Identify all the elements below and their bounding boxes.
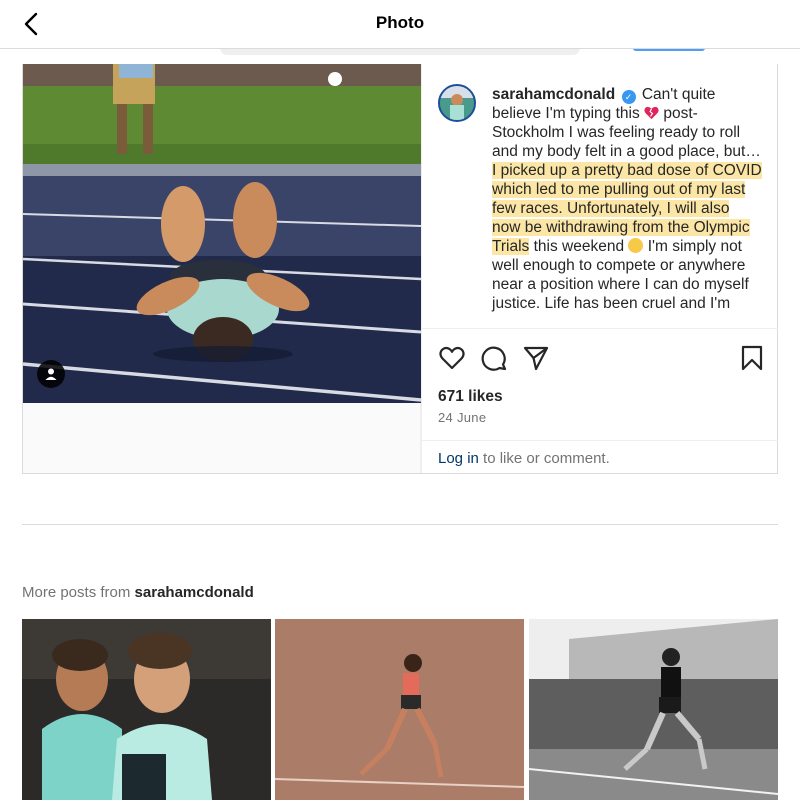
section-divider: [22, 524, 778, 525]
login-prompt-text: to like or comment.: [483, 450, 610, 467]
post-card: sarahamcdonald ✓ Can't quite believe I'm…: [22, 64, 778, 474]
more-post-thumbnail-2[interactable]: [275, 619, 524, 800]
comment-button[interactable]: [480, 344, 508, 372]
more-posts-prefix: More posts from: [22, 584, 131, 601]
login-link[interactable]: Log in: [438, 450, 479, 467]
image-footer-space: [23, 403, 421, 473]
post-date: 24 June: [438, 410, 487, 425]
partial-text: [64, 48, 86, 49]
post-details: sarahamcdonald ✓ Can't quite believe I'm…: [421, 64, 778, 473]
caption-username[interactable]: sarahamcdonald: [492, 86, 615, 103]
bookmark-icon: [741, 345, 763, 371]
partial-search-field: [220, 49, 580, 55]
more-posts-heading: More posts from sarahamcdonald: [22, 584, 254, 601]
person-tag-icon: [45, 368, 57, 380]
caption-part-3: this weekend: [533, 238, 625, 255]
more-posts-username[interactable]: sarahamcdonald: [135, 584, 254, 601]
more-post-thumbnail-1[interactable]: [22, 619, 271, 800]
avatar[interactable]: [438, 84, 476, 122]
save-button[interactable]: [738, 344, 766, 372]
person-tag-button[interactable]: [37, 360, 65, 388]
page-title: Photo: [375, 13, 425, 32]
login-prompt: Log in to like or comment.: [422, 440, 778, 473]
broken-heart-icon: [644, 106, 659, 120]
partial-header-strip: [0, 48, 800, 64]
post-image[interactable]: [23, 64, 421, 403]
more-post-thumbnail-3[interactable]: [529, 619, 778, 800]
likes-count[interactable]: 671 likes: [438, 388, 503, 406]
partial-button: [633, 49, 705, 51]
like-button[interactable]: [438, 344, 466, 372]
crying-face-icon: [628, 238, 644, 253]
top-nav: Photo: [0, 0, 800, 48]
share-button[interactable]: [522, 344, 550, 372]
caption-text: sarahamcdonald ✓ Can't quite believe I'm…: [492, 85, 762, 313]
share-icon: [523, 346, 549, 371]
heart-icon: [439, 346, 465, 370]
verified-badge-icon: ✓: [621, 90, 636, 104]
caption-area[interactable]: sarahamcdonald ✓ Can't quite believe I'm…: [422, 64, 778, 329]
post-actions: [438, 344, 768, 374]
comment-icon: [481, 346, 507, 371]
